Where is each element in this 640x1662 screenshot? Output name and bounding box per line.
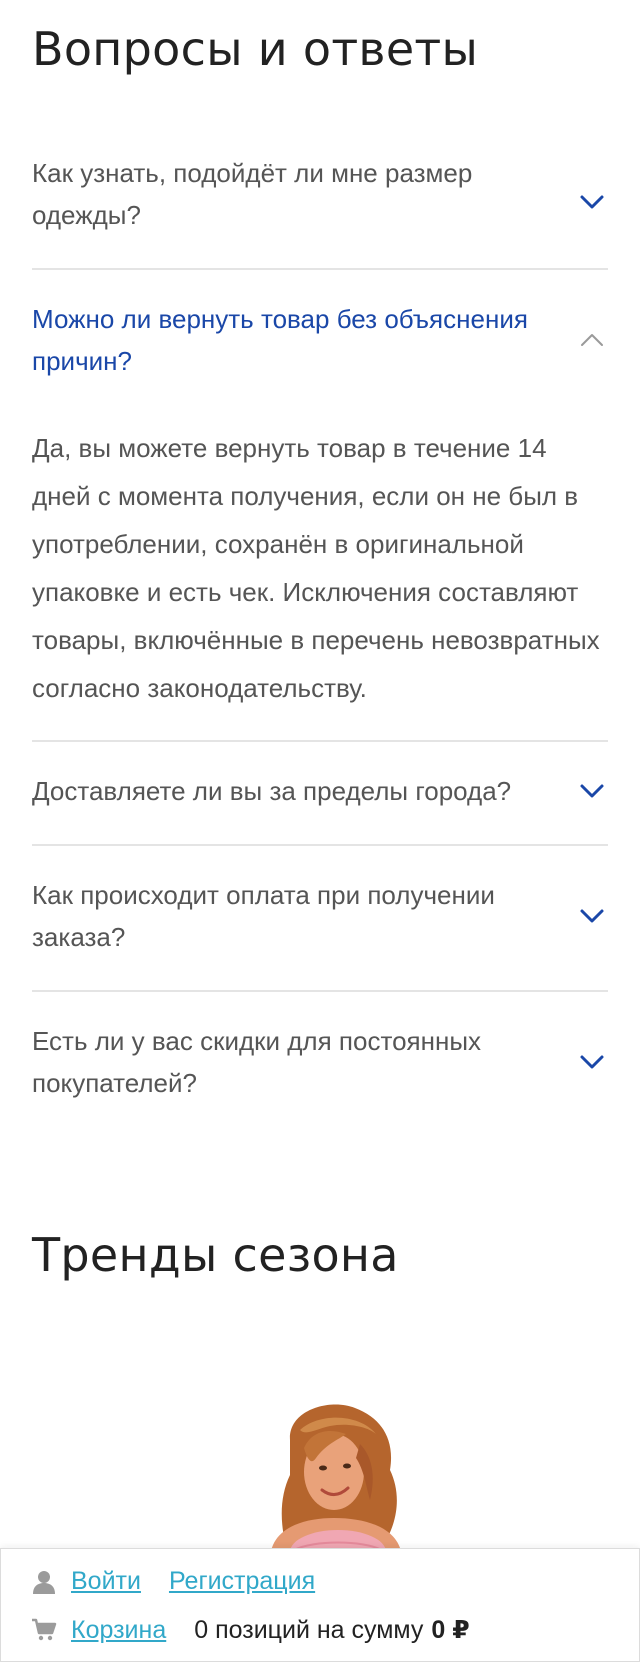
faq-accordion: Как узнать, подойдёт ли мне размер одежд… xyxy=(32,140,608,1136)
faq-question-toggle[interactable]: Есть ли у вас скидки для постоянных поку… xyxy=(32,992,608,1136)
chevron-down-icon xyxy=(580,784,604,798)
page: Вопросы и ответы Как узнать, подойдёт ли… xyxy=(0,0,640,1662)
faq-item: Можно ли вернуть товар без объяснения пр… xyxy=(32,270,608,742)
faq-answer: Да, вы можете вернуть товар в течение 14… xyxy=(32,433,600,703)
faq-item: Доставляете ли вы за пределы города? xyxy=(32,742,608,846)
cart-total: 0 ₽ xyxy=(431,1616,470,1644)
bottom-bar: Войти Регистрация Корзина 0 позиций на с… xyxy=(0,1548,640,1662)
chevron-up-icon xyxy=(581,334,603,346)
faq-question: Можно ли вернуть товар без объяснения пр… xyxy=(32,304,528,376)
cart-row: Корзина 0 позиций на сумму 0 ₽ xyxy=(31,1615,470,1645)
faq-item: Как узнать, подойдёт ли мне размер одежд… xyxy=(32,140,608,270)
faq-question: Как происходит оплата при получении зака… xyxy=(32,880,495,952)
faq-item: Как происходит оплата при получении зака… xyxy=(32,846,608,992)
trends-title: Тренды сезона xyxy=(32,1228,399,1282)
faq-item: Есть ли у вас скидки для постоянных поку… xyxy=(32,992,608,1136)
trend-product-image[interactable] xyxy=(230,1400,440,1560)
user-icon xyxy=(33,1570,55,1594)
faq-title: Вопросы и ответы xyxy=(32,22,479,76)
faq-question-toggle[interactable]: Как происходит оплата при получении зака… xyxy=(32,846,608,990)
faq-question: Доставляете ли вы за пределы города? xyxy=(32,776,512,806)
cart-link[interactable]: Корзина xyxy=(71,1616,166,1645)
chevron-down-icon xyxy=(580,195,604,209)
model-photo xyxy=(270,1404,402,1560)
cart-icon xyxy=(32,1618,57,1641)
chevron-down-icon xyxy=(580,909,604,923)
cart-summary: 0 позиций на сумму xyxy=(194,1615,424,1644)
account-row: Войти Регистрация xyxy=(31,1567,343,1596)
faq-question: Как узнать, подойдёт ли мне размер одежд… xyxy=(32,158,473,230)
faq-question-toggle[interactable]: Доставляете ли вы за пределы города? xyxy=(32,742,608,844)
faq-question-toggle[interactable]: Как узнать, подойдёт ли мне размер одежд… xyxy=(32,140,608,268)
faq-question: Есть ли у вас скидки для постоянных поку… xyxy=(32,1026,482,1098)
login-link[interactable]: Войти xyxy=(71,1567,141,1596)
register-link[interactable]: Регистрация xyxy=(169,1567,315,1596)
chevron-down-icon xyxy=(580,1055,604,1069)
faq-question-toggle[interactable]: Можно ли вернуть товар без объяснения пр… xyxy=(32,270,608,414)
